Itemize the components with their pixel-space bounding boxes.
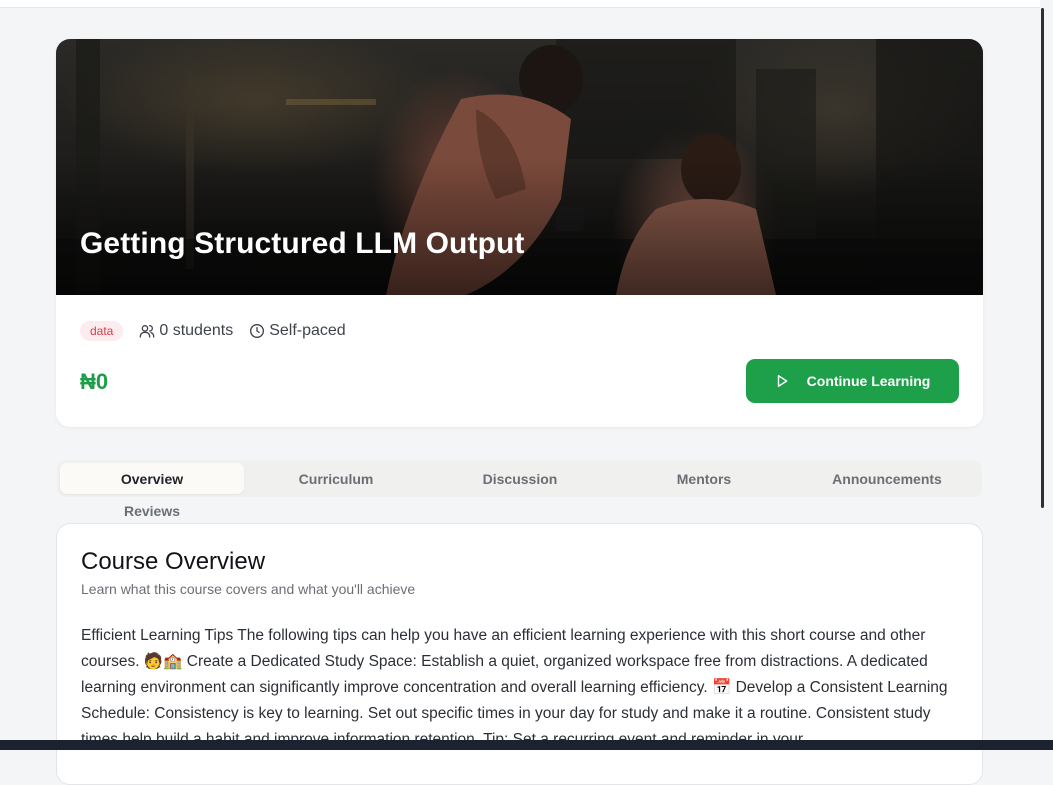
tab-announcements[interactable]: Announcements <box>795 463 979 494</box>
course-tabs: Overview Curriculum Discussion Mentors A… <box>57 460 982 497</box>
course-title: Getting Structured LLM Output <box>80 227 525 261</box>
course-hero-card: Getting Structured LLM Output data 0 stu… <box>56 39 983 427</box>
continue-learning-button[interactable]: Continue Learning <box>746 359 959 403</box>
taskbar-strip <box>0 740 1053 750</box>
scrollbar-thumb[interactable] <box>1041 8 1044 508</box>
tab-reviews[interactable]: Reviews <box>60 501 244 521</box>
pace-info: Self-paced <box>249 322 346 340</box>
pace-label: Self-paced <box>269 322 346 340</box>
continue-learning-label: Continue Learning <box>807 373 931 389</box>
category-badge: data <box>80 321 123 341</box>
top-bar <box>0 0 1040 8</box>
course-price: ₦0 <box>80 369 108 395</box>
tab-curriculum[interactable]: Curriculum <box>244 463 428 494</box>
course-meta: data 0 students Self-paced <box>80 320 362 342</box>
users-icon <box>139 323 155 339</box>
students-label: 0 students <box>159 322 233 340</box>
play-icon <box>775 374 789 388</box>
overview-subtitle: Learn what this course covers and what y… <box>81 581 415 597</box>
tab-mentors[interactable]: Mentors <box>612 463 796 494</box>
students-count: 0 students <box>139 322 233 340</box>
overview-body: Efficient Learning Tips The following ti… <box>81 623 961 753</box>
tab-discussion[interactable]: Discussion <box>428 463 612 494</box>
tab-overview[interactable]: Overview <box>60 463 244 494</box>
clock-icon <box>249 323 265 339</box>
overview-title: Course Overview <box>81 548 265 576</box>
